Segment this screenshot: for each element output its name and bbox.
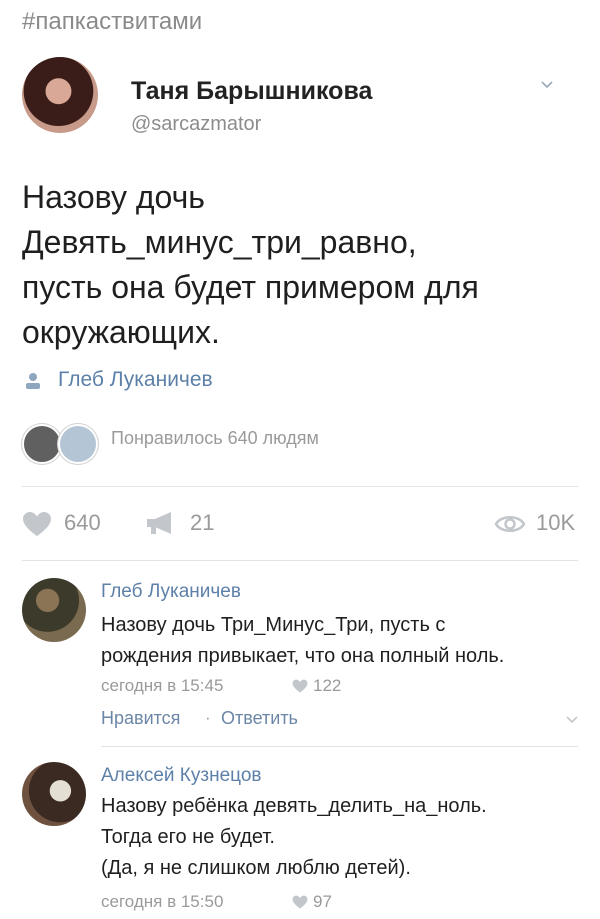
reply-button[interactable]: Ответить	[221, 708, 298, 729]
chevron-down-icon[interactable]	[565, 713, 579, 727]
like-button[interactable]: Нравится	[101, 708, 180, 729]
comment-like-count: 97	[313, 892, 332, 911]
comment-avatar[interactable]	[22, 578, 86, 642]
comment-avatar[interactable]	[22, 762, 86, 826]
comment-text: Назову дочь Три_Минус_Три, пусть с рожде…	[101, 614, 505, 667]
heart-icon[interactable]	[22, 511, 52, 537]
like-count: 640	[64, 510, 101, 535]
comment-time: сегодня в 15:50	[101, 892, 224, 911]
heart-icon[interactable]	[292, 895, 308, 909]
divider	[22, 486, 578, 487]
repost-count: 21	[190, 510, 215, 535]
comment-text: Назову ребёнка девять_делить_на_ноль. То…	[101, 795, 487, 879]
comment-author[interactable]: Глеб Луканичев	[101, 581, 241, 603]
separator-dot: ·	[205, 708, 211, 727]
eye-icon	[494, 516, 526, 532]
megaphone-icon[interactable]	[145, 510, 179, 536]
divider	[101, 746, 578, 747]
author-handle[interactable]: @sarcazmator	[131, 113, 261, 136]
liker-avatar[interactable]	[22, 424, 62, 464]
author-name[interactable]: Таня Барышникова	[131, 77, 372, 106]
comment-author[interactable]: Алексей Кузнецов	[101, 765, 261, 787]
author-avatar[interactable]	[22, 57, 98, 133]
post-text: Назову дочь Девять_минус_три_равно, пуст…	[22, 179, 479, 350]
chevron-down-icon[interactable]	[540, 78, 554, 92]
heart-icon[interactable]	[292, 679, 308, 693]
mention-link[interactable]: Глеб Луканичев	[58, 368, 213, 392]
hashtag[interactable]: #папкаствитами	[22, 8, 202, 36]
comment-like-count: 122	[313, 676, 342, 695]
divider	[22, 560, 578, 561]
liker-avatar[interactable]	[58, 424, 98, 464]
comment-time: сегодня в 15:45	[101, 676, 224, 695]
likes-summary[interactable]: Понравилось 640 людям	[111, 428, 319, 449]
user-icon	[26, 373, 40, 389]
views-count: 10K	[536, 510, 576, 535]
